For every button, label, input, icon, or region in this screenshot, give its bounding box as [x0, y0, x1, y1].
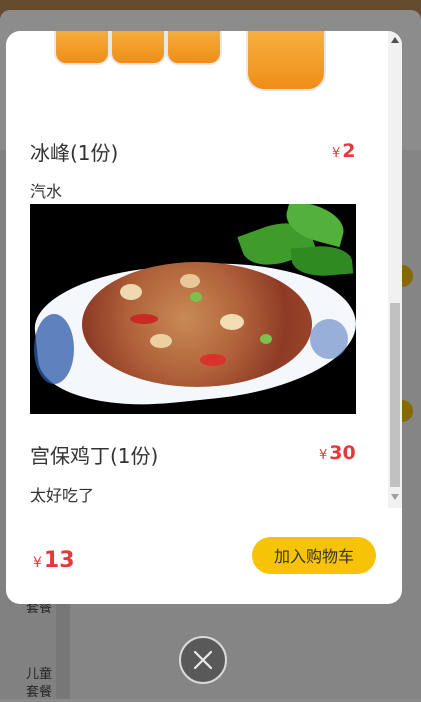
product-detail-modal: 冰峰(1份) ¥2 汽水 宫保鸡丁(1份) ¥30 太好吃了 ¥13 加入购物车: [6, 31, 402, 604]
item-price: ¥30: [319, 442, 356, 464]
item-description: 汽水: [30, 182, 63, 201]
item-name: 冰峰(1份): [30, 141, 119, 165]
currency-symbol: ¥: [33, 555, 42, 571]
drink-product-image: [30, 31, 356, 95]
currency-symbol: ¥: [332, 146, 341, 161]
item-price: ¥2: [332, 140, 356, 162]
modal-scroll-area[interactable]: 冰峰(1份) ¥2 汽水 宫保鸡丁(1份) ¥30 太好吃了: [6, 31, 388, 508]
add-to-cart-button[interactable]: 加入购物车: [252, 537, 376, 574]
total-value: 13: [43, 548, 75, 573]
currency-symbol: ¥: [319, 448, 328, 463]
kung-pao-chicken-image: [30, 204, 356, 414]
close-icon: [193, 650, 213, 670]
scroll-down-arrow-icon[interactable]: [391, 494, 399, 500]
modal-scrollbar[interactable]: [388, 31, 402, 508]
price-value: 2: [342, 140, 356, 162]
scrollbar-thumb[interactable]: [390, 303, 400, 487]
close-modal-button[interactable]: [179, 636, 227, 684]
scroll-up-arrow-icon[interactable]: [391, 37, 399, 43]
item-name: 宫保鸡丁(1份): [30, 444, 159, 468]
price-value: 30: [329, 442, 356, 464]
item-description: 太好吃了: [30, 486, 95, 505]
cart-total: ¥13: [33, 548, 75, 573]
